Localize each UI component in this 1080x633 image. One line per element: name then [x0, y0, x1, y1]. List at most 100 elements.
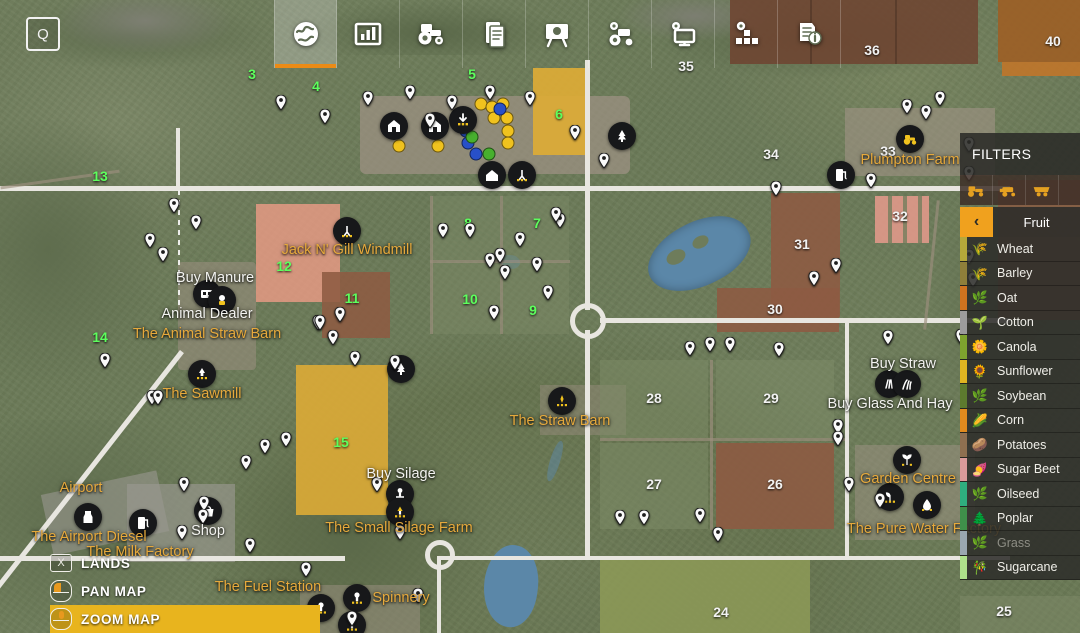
toolbar-button-vehicles[interactable] [400, 0, 463, 68]
poi-milk-factory[interactable] [74, 503, 102, 531]
filter-row-sugar-beet[interactable]: 🍠 Sugar Beet [960, 457, 1080, 482]
toolbar-button-prices[interactable] [526, 0, 589, 68]
toolbar-button-statistics[interactable] [337, 0, 400, 68]
field-7-plot[interactable] [503, 196, 569, 260]
poi-animal-dealer[interactable] [380, 112, 408, 140]
toolbar-button-map[interactable] [274, 0, 337, 68]
toolbar-button-contracts[interactable] [463, 0, 526, 68]
field-6-plot[interactable] [533, 68, 590, 155]
map-pin-icon[interactable] [240, 455, 252, 470]
field-28-plot[interactable] [600, 360, 708, 438]
map-pin-icon[interactable] [874, 493, 886, 508]
map-pin-icon[interactable] [371, 477, 383, 492]
poi-straw-barn[interactable] [548, 387, 576, 415]
filter-row-cotton[interactable]: 🌱 Cotton [960, 310, 1080, 335]
map-pin-icon[interactable] [808, 271, 820, 286]
poi-spinnery-1[interactable] [343, 584, 371, 612]
poi-north-left[interactable] [608, 122, 636, 150]
filter-row-canola[interactable]: 🌼 Canola [960, 335, 1080, 360]
map-pin-icon[interactable] [144, 233, 156, 248]
tractor-filter-icon[interactable] [960, 175, 993, 205]
map-pin-icon[interactable] [275, 95, 287, 110]
poi-shop-house[interactable] [478, 161, 506, 189]
map-pin-icon[interactable] [389, 355, 401, 370]
filter-row-sugarcane[interactable]: 🎋 Sugarcane [960, 555, 1080, 580]
poi-water-factory[interactable] [913, 491, 941, 519]
map-pin-icon[interactable] [362, 91, 374, 106]
poi-garden-centre[interactable] [893, 446, 921, 474]
map-pin-icon[interactable] [524, 91, 536, 106]
map-pin-icon[interactable] [446, 95, 458, 110]
map-pin-icon[interactable] [197, 509, 209, 524]
map-pin-icon[interactable] [464, 223, 476, 238]
map-pin-icon[interactable] [404, 85, 416, 100]
filters-back-button[interactable]: ‹ [960, 207, 993, 237]
map-pin-icon[interactable] [704, 337, 716, 352]
map-pin-icon[interactable] [412, 588, 424, 603]
toolbar-button-info[interactable] [778, 0, 841, 68]
map-pin-icon[interactable] [542, 285, 554, 300]
map-pin-icon[interactable] [830, 258, 842, 273]
q-key-hint[interactable]: Q [26, 17, 60, 51]
field-15-plot[interactable] [296, 365, 388, 515]
harvester-filter-icon[interactable] [993, 175, 1026, 205]
map-pin-icon[interactable] [832, 431, 844, 446]
help-row-lands[interactable]: X LANDS [50, 549, 320, 577]
map-pin-icon[interactable] [934, 91, 946, 106]
map-pin-icon[interactable] [773, 342, 785, 357]
map-pin-icon[interactable] [843, 477, 855, 492]
map-pin-icon[interactable] [569, 125, 581, 140]
map-pin-icon[interactable] [327, 330, 339, 345]
filter-row-poplar[interactable]: 🌲 Poplar [960, 506, 1080, 531]
poi-sawmill[interactable] [188, 360, 216, 388]
field-29-plot[interactable] [716, 360, 834, 438]
poi-plumpton-fuel[interactable] [827, 161, 855, 189]
map-pin-icon[interactable] [190, 215, 202, 230]
map-pin-icon[interactable] [901, 99, 913, 114]
map-pin-icon[interactable] [437, 223, 449, 238]
map-pin-icon[interactable] [712, 527, 724, 542]
map-pin-icon[interactable] [531, 257, 543, 272]
poi-buy-grass[interactable] [893, 370, 921, 398]
field-9-plot[interactable] [503, 262, 569, 334]
map-pin-icon[interactable] [346, 611, 358, 626]
map-pin-icon[interactable] [494, 248, 506, 263]
poi-plumpton[interactable] [896, 125, 924, 153]
map-pin-icon[interactable] [319, 109, 331, 124]
toolbar-button-settings[interactable] [652, 0, 715, 68]
map-pin-icon[interactable] [157, 247, 169, 262]
map-pin-icon[interactable] [168, 198, 180, 213]
map-pin-icon[interactable] [99, 353, 111, 368]
filter-row-corn[interactable]: 🌽 Corn [960, 408, 1080, 433]
toolbar-button-construction[interactable] [715, 0, 778, 68]
map-pin-icon[interactable] [280, 432, 292, 447]
field-10-plot[interactable] [432, 262, 500, 334]
map-pin-icon[interactable] [638, 510, 650, 525]
filter-row-oilseed[interactable]: 🌿 Oilseed [960, 482, 1080, 507]
poi-silo[interactable] [449, 106, 477, 134]
map-pin-icon[interactable] [598, 153, 610, 168]
trailer-filter-icon[interactable] [1026, 175, 1059, 205]
poi-windmill-top[interactable] [508, 161, 536, 189]
filter-row-oat[interactable]: 🌿 Oat [960, 286, 1080, 311]
toolbar-button-animals[interactable] [589, 0, 652, 68]
map-pin-icon[interactable] [334, 307, 346, 322]
field-24-plot[interactable] [600, 560, 810, 633]
field-30-plot[interactable] [717, 288, 839, 332]
map-pin-icon[interactable] [314, 315, 326, 330]
map-pin-icon[interactable] [488, 305, 500, 320]
poi-windmill[interactable] [333, 217, 361, 245]
filter-row-grass[interactable]: 🌿 Grass [960, 531, 1080, 556]
field-25-plot[interactable] [960, 596, 1080, 633]
filter-row-potatoes[interactable]: 🥔 Potatoes [960, 433, 1080, 458]
map-pin-icon[interactable] [259, 439, 271, 454]
map-pin-icon[interactable] [770, 181, 782, 196]
world-map[interactable]: 3456131214118710915343332313028292726242… [0, 0, 1080, 633]
map-pin-icon[interactable] [424, 113, 436, 128]
map-pin-icon[interactable] [550, 207, 562, 222]
map-pin-icon[interactable] [684, 341, 696, 356]
map-pin-icon[interactable] [176, 525, 188, 540]
filter-row-sunflower[interactable]: 🌻 Sunflower [960, 359, 1080, 384]
map-pin-icon[interactable] [865, 173, 877, 188]
map-pin-icon[interactable] [484, 85, 496, 100]
